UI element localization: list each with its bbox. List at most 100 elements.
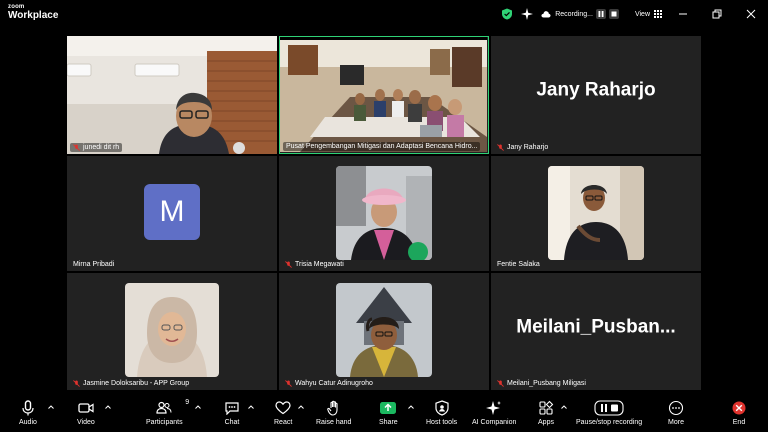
mic-muted-icon — [285, 261, 292, 268]
grid-view-icon — [654, 10, 662, 18]
participant-tile-jany[interactable]: Jany Raharjo Jany Raharjo — [491, 36, 701, 154]
heart-react-icon — [275, 401, 291, 415]
participant-name-label: junedi dit rh — [70, 143, 123, 152]
participant-video-meeting-room — [280, 37, 487, 152]
participant-name: Mirna Pribadi — [73, 261, 115, 268]
video-button[interactable]: Video — [77, 399, 95, 426]
logo-bottom-text: Workplace — [8, 10, 59, 21]
host-tools-shield-icon — [434, 400, 449, 416]
stop-recording-icon[interactable] — [608, 9, 619, 19]
ai-companion-sparkle-icon[interactable] — [521, 8, 534, 20]
participant-tile-meilani[interactable]: Meilani_Pusban... Meilani_Pusbang Miliga… — [491, 273, 701, 390]
participant-tile-wahyu[interactable]: Wahyu Catur Adinugroho — [279, 273, 489, 390]
participant-name: Meilani_Pusbang Miligasi — [507, 380, 586, 387]
mic-muted-icon — [497, 380, 504, 387]
pause-stop-recording-icon — [594, 400, 624, 416]
video-options-chevron-icon[interactable] — [105, 405, 111, 409]
participant-name: Jany Raharjo — [507, 144, 549, 151]
audio-options-chevron-icon[interactable] — [48, 405, 54, 409]
participant-name-label: Jasmine Doloksaribu - APP Group — [70, 379, 192, 388]
participant-tile-junedi[interactable]: junedi dit rh — [67, 36, 277, 154]
participants-label: Participants — [146, 419, 183, 426]
participants-count: 9 — [185, 399, 190, 406]
participant-name: Fentie Salaka — [497, 261, 540, 268]
end-meeting-button[interactable]: End — [731, 399, 747, 426]
participant-name-label: Trisia Megawati — [282, 260, 347, 269]
participant-name-label: Wahyu Catur Adinugroho — [282, 379, 376, 388]
ai-companion-label: AI Companion — [472, 419, 517, 426]
participant-name-label: Mirna Pribadi — [70, 260, 117, 269]
participant-name-label: Jany Raharjo — [494, 143, 551, 152]
ai-companion-button[interactable]: AI Companion — [472, 399, 516, 426]
participant-name: Wahyu Catur Adinugroho — [295, 380, 373, 387]
host-tools-label: Host tools — [426, 419, 458, 426]
participant-name: junedi dit rh — [83, 144, 120, 151]
security-shield-icon[interactable] — [501, 8, 513, 20]
react-button[interactable]: React — [274, 399, 292, 426]
video-camera-icon — [78, 403, 94, 413]
chat-options-chevron-icon[interactable] — [248, 405, 254, 409]
participant-tile-jasmine[interactable]: Jasmine Doloksaribu - APP Group — [67, 273, 277, 390]
participant-display-name: Meilani_Pusban... — [516, 316, 676, 338]
pause-recording-icon[interactable] — [595, 9, 606, 19]
cloud-recording-icon — [541, 10, 551, 18]
participant-display-name: Jany Raharjo — [536, 79, 656, 101]
recording-label: Recording... — [555, 10, 593, 18]
participant-name-label: Meilani_Pusbang Miligasi — [494, 379, 589, 388]
participants-options-chevron-icon[interactable] — [195, 405, 201, 409]
audio-label: Audio — [19, 419, 37, 426]
ai-companion-icon — [486, 401, 502, 415]
participants-button[interactable]: 9 Participants — [146, 399, 189, 426]
recording-indicator[interactable]: Recording... — [541, 9, 619, 19]
chat-bubble-icon — [225, 402, 239, 415]
participant-photo-trisia — [336, 166, 432, 260]
more-button[interactable]: More — [668, 399, 684, 426]
participant-photo-wahyu — [336, 283, 432, 377]
end-meeting-icon — [732, 401, 746, 415]
participant-photo-fentie — [548, 166, 644, 260]
apps-button[interactable]: Apps — [538, 399, 554, 426]
apps-icon — [539, 400, 554, 415]
raise-hand-button[interactable]: Raise hand — [316, 399, 351, 426]
mic-muted-icon — [73, 144, 80, 151]
pause-stop-recording-button[interactable]: Pause/stop recording — [576, 399, 642, 426]
participant-tile-pusat-pengembangan[interactable]: Pusat Pengembangan Mitigasi dan Adaptasi… — [279, 36, 489, 154]
host-tools-button[interactable]: Host tools — [426, 399, 457, 426]
participant-tile-trisia[interactable]: Trisia Megawati — [279, 156, 489, 271]
chat-label: Chat — [224, 419, 240, 426]
restore-window-button[interactable] — [700, 0, 734, 28]
mic-muted-icon — [285, 380, 292, 387]
participant-name: Jasmine Doloksaribu - APP Group — [83, 380, 190, 387]
participant-name-label: Pusat Pengembangan Mitigasi dan Adaptasi… — [283, 142, 481, 151]
more-options-icon — [668, 400, 684, 416]
title-bar: zoom Workplace Recording... View — [0, 0, 768, 28]
mic-muted-icon — [497, 144, 504, 151]
zoom-workplace-logo: zoom Workplace — [8, 4, 58, 21]
participant-photo-jasmine — [125, 283, 219, 377]
participant-name-label: Fentie Salaka — [494, 260, 543, 269]
participant-tile-mirna[interactable]: M Mirna Pribadi — [67, 156, 277, 271]
mic-muted-icon — [73, 380, 80, 387]
end-label: End — [732, 419, 746, 426]
chat-button[interactable]: Chat — [224, 399, 240, 426]
view-label: View — [634, 10, 650, 18]
participant-tile-fentie[interactable]: Fentie Salaka — [491, 156, 701, 271]
apps-label: Apps — [538, 419, 554, 426]
participants-icon — [156, 401, 172, 414]
react-label: React — [274, 419, 293, 426]
video-label: Video — [77, 419, 95, 426]
pause-stop-label: Pause/stop recording — [576, 419, 643, 426]
raise-hand-label: Raise hand — [316, 419, 352, 426]
react-options-chevron-icon[interactable] — [298, 405, 304, 409]
apps-options-chevron-icon[interactable] — [561, 405, 567, 409]
audio-button[interactable]: Audio — [19, 399, 37, 426]
participant-name: Trisia Megawati — [295, 261, 344, 268]
minimize-window-button[interactable] — [666, 0, 700, 28]
close-window-button[interactable] — [734, 0, 768, 28]
share-button[interactable]: Share — [379, 399, 398, 426]
share-options-chevron-icon[interactable] — [408, 405, 414, 409]
video-grid: junedi dit rh Pusat Pengembangan Mitigas… — [67, 36, 701, 390]
view-button[interactable]: View — [635, 10, 662, 18]
more-label: More — [668, 419, 684, 426]
participant-video-junedi — [67, 36, 277, 154]
